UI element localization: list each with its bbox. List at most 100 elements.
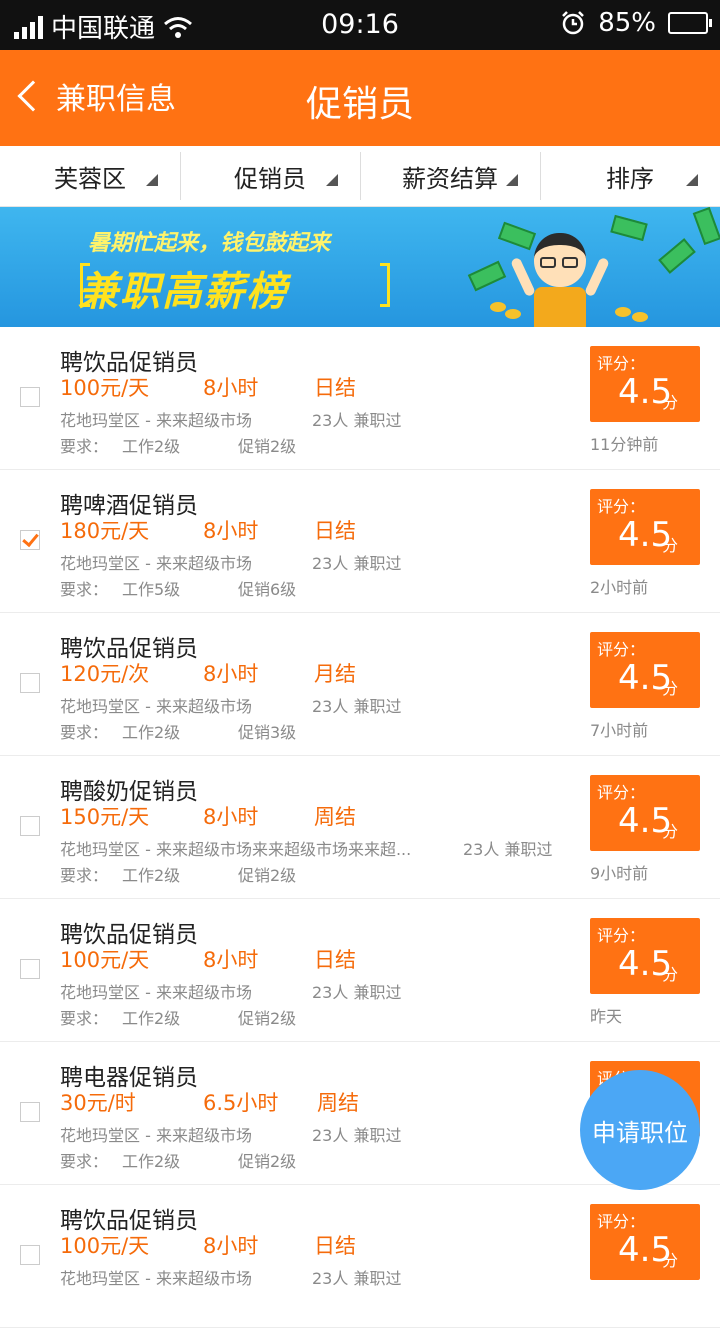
job-settlement: 月结 [314, 662, 356, 686]
rating-unit: 分 [662, 536, 679, 555]
job-requirement-label: 要求： [60, 723, 109, 742]
coin-icon [490, 302, 506, 312]
filter-label: 排序 [606, 164, 654, 193]
job-applicants: 23人 兼职过 [312, 697, 402, 716]
job-requirement-label: 要求： [60, 437, 109, 456]
job-applicants: 23人 兼职过 [463, 840, 553, 859]
rating-label: 评分： [597, 926, 646, 945]
job-hours: 6.5小时 [203, 1091, 279, 1115]
select-checkbox[interactable] [20, 530, 40, 550]
job-requirement-work: 工作2级 [122, 437, 181, 456]
rating-label: 评分： [597, 497, 646, 516]
rating-unit: 分 [662, 679, 679, 698]
job-applicants: 23人 兼职过 [312, 554, 402, 573]
job-requirement-label: 要求： [60, 1009, 109, 1028]
job-requirement-promo: 促销2级 [238, 1009, 297, 1028]
rating-label: 评分： [597, 783, 646, 802]
rating-unit: 分 [662, 822, 679, 841]
select-checkbox[interactable] [20, 673, 40, 693]
job-pay: 150元/天 [60, 805, 150, 829]
coin-icon [505, 309, 521, 319]
promo-banner[interactable]: 暑期忙起来，钱包鼓起来 兼职高薪榜 [0, 207, 720, 327]
job-list-item[interactable]: 聘饮品促销员 120元/次 8小时 月结 花地玛堂区 - 来来超级市场 23人 兼职过 要求… [0, 613, 720, 756]
banner-title: 兼职高薪榜 [78, 269, 288, 315]
job-requirement-work: 工作2级 [122, 866, 181, 885]
job-applicants: 23人 兼职过 [312, 983, 402, 1002]
job-location: 花地玛堂区 - 来来超级市场 [60, 411, 252, 430]
rating-badge: 评分：4.5分 [590, 775, 700, 851]
post-time: 2小时前 [590, 578, 649, 597]
rating-badge: 评分：4.5分 [590, 489, 700, 565]
filter-sort[interactable]: 排序 [540, 146, 720, 206]
post-time: 9小时前 [590, 864, 649, 883]
rating-badge: 评分：4.5分 [590, 1204, 700, 1280]
money-icon [610, 214, 648, 242]
money-icon [467, 260, 507, 292]
page-title: 促销员 [305, 84, 414, 125]
job-settlement: 日结 [314, 1234, 356, 1258]
job-requirement-promo: 促销3级 [238, 723, 297, 742]
job-list-item[interactable]: 聘饮品促销员 100元/天 8小时 日结 花地玛堂区 - 来来超级市场 23人 兼职过 要求… [0, 899, 720, 1042]
job-settlement: 周结 [317, 1091, 359, 1115]
job-requirement-promo: 促销2级 [238, 437, 297, 456]
job-location: 花地玛堂区 - 来来超级市场 [60, 554, 252, 573]
select-checkbox[interactable] [20, 959, 40, 979]
select-checkbox[interactable] [20, 1245, 40, 1265]
job-requirement-work: 工作2级 [122, 1152, 181, 1171]
rating-unit: 分 [662, 965, 679, 984]
dropdown-triangle-icon [506, 174, 518, 186]
select-checkbox[interactable] [20, 816, 40, 836]
job-list-item[interactable]: 聘啤酒促销员 180元/天 8小时 日结 花地玛堂区 - 来来超级市场 23人 兼职过 要求… [0, 470, 720, 613]
rating-badge: 评分：4.5分 [590, 346, 700, 422]
filter-district[interactable]: 芙蓉区 [0, 146, 180, 206]
job-pay: 120元/次 [60, 662, 150, 686]
job-hours: 8小时 [203, 519, 259, 543]
job-location: 花地玛堂区 - 来来超级市场 [60, 983, 252, 1002]
select-checkbox[interactable] [20, 1102, 40, 1122]
job-location: 花地玛堂区 - 来来超级市场 [60, 697, 252, 716]
alarm-icon [562, 11, 585, 35]
job-location: 花地玛堂区 - 来来超级市场 [60, 1269, 252, 1288]
job-requirement-promo: 促销6级 [238, 580, 297, 599]
job-requirement-work: 工作2级 [122, 723, 181, 742]
job-pay: 100元/天 [60, 948, 150, 972]
dropdown-triangle-icon [146, 174, 158, 186]
select-checkbox[interactable] [20, 387, 40, 407]
rating-label: 评分： [597, 1212, 646, 1231]
status-bar: 中国联通 09:16 85% [0, 0, 720, 50]
coin-icon [615, 307, 631, 317]
job-list-item[interactable]: 聘饮品促销员 100元/天 8小时 日结 花地玛堂区 - 来来超级市场 23人 兼职过 评分… [0, 1185, 720, 1328]
filter-label: 促销员 [234, 164, 306, 193]
dropdown-triangle-icon [686, 174, 698, 186]
apply-job-button[interactable]: 申请职位 [580, 1070, 700, 1190]
job-applicants: 23人 兼职过 [312, 1269, 402, 1288]
rating-label: 评分： [597, 640, 646, 659]
job-requirement-label: 要求： [60, 866, 109, 885]
filter-bar: 芙蓉区 促销员 薪资结算 排序 [0, 146, 720, 207]
job-location: 花地玛堂区 - 来来超级市场 [60, 1126, 252, 1145]
job-requirement-work: 工作5级 [122, 580, 181, 599]
job-pay: 180元/天 [60, 519, 150, 543]
cartoon-man-icon [510, 227, 610, 327]
job-pay: 100元/天 [60, 376, 150, 400]
job-settlement: 日结 [314, 519, 356, 543]
dropdown-triangle-icon [326, 174, 338, 186]
job-list-item[interactable]: 聘酸奶促销员 150元/天 8小时 周结 花地玛堂区 - 来来超级市场来来超级市场来来超… [0, 756, 720, 899]
rating-unit: 分 [662, 393, 679, 412]
job-requirement-label: 要求： [60, 580, 109, 599]
battery-percent: 85% [598, 8, 656, 38]
job-hours: 8小时 [203, 662, 259, 686]
rating-unit: 分 [662, 1251, 679, 1270]
job-list-item[interactable]: 聘饮品促销员 100元/天 8小时 日结 花地玛堂区 - 来来超级市场 23人 兼职过 要求… [0, 327, 720, 470]
coin-icon [632, 312, 648, 322]
job-settlement: 日结 [314, 376, 356, 400]
bracket-right [380, 263, 390, 307]
job-requirement-work: 工作2级 [122, 1009, 181, 1028]
job-requirement-promo: 促销2级 [238, 866, 297, 885]
money-icon [658, 238, 696, 274]
filter-settlement[interactable]: 薪资结算 [360, 146, 540, 206]
money-icon [692, 207, 720, 246]
job-pay: 30元/时 [60, 1091, 136, 1115]
rating-badge: 评分：4.5分 [590, 632, 700, 708]
filter-category[interactable]: 促销员 [180, 146, 360, 206]
